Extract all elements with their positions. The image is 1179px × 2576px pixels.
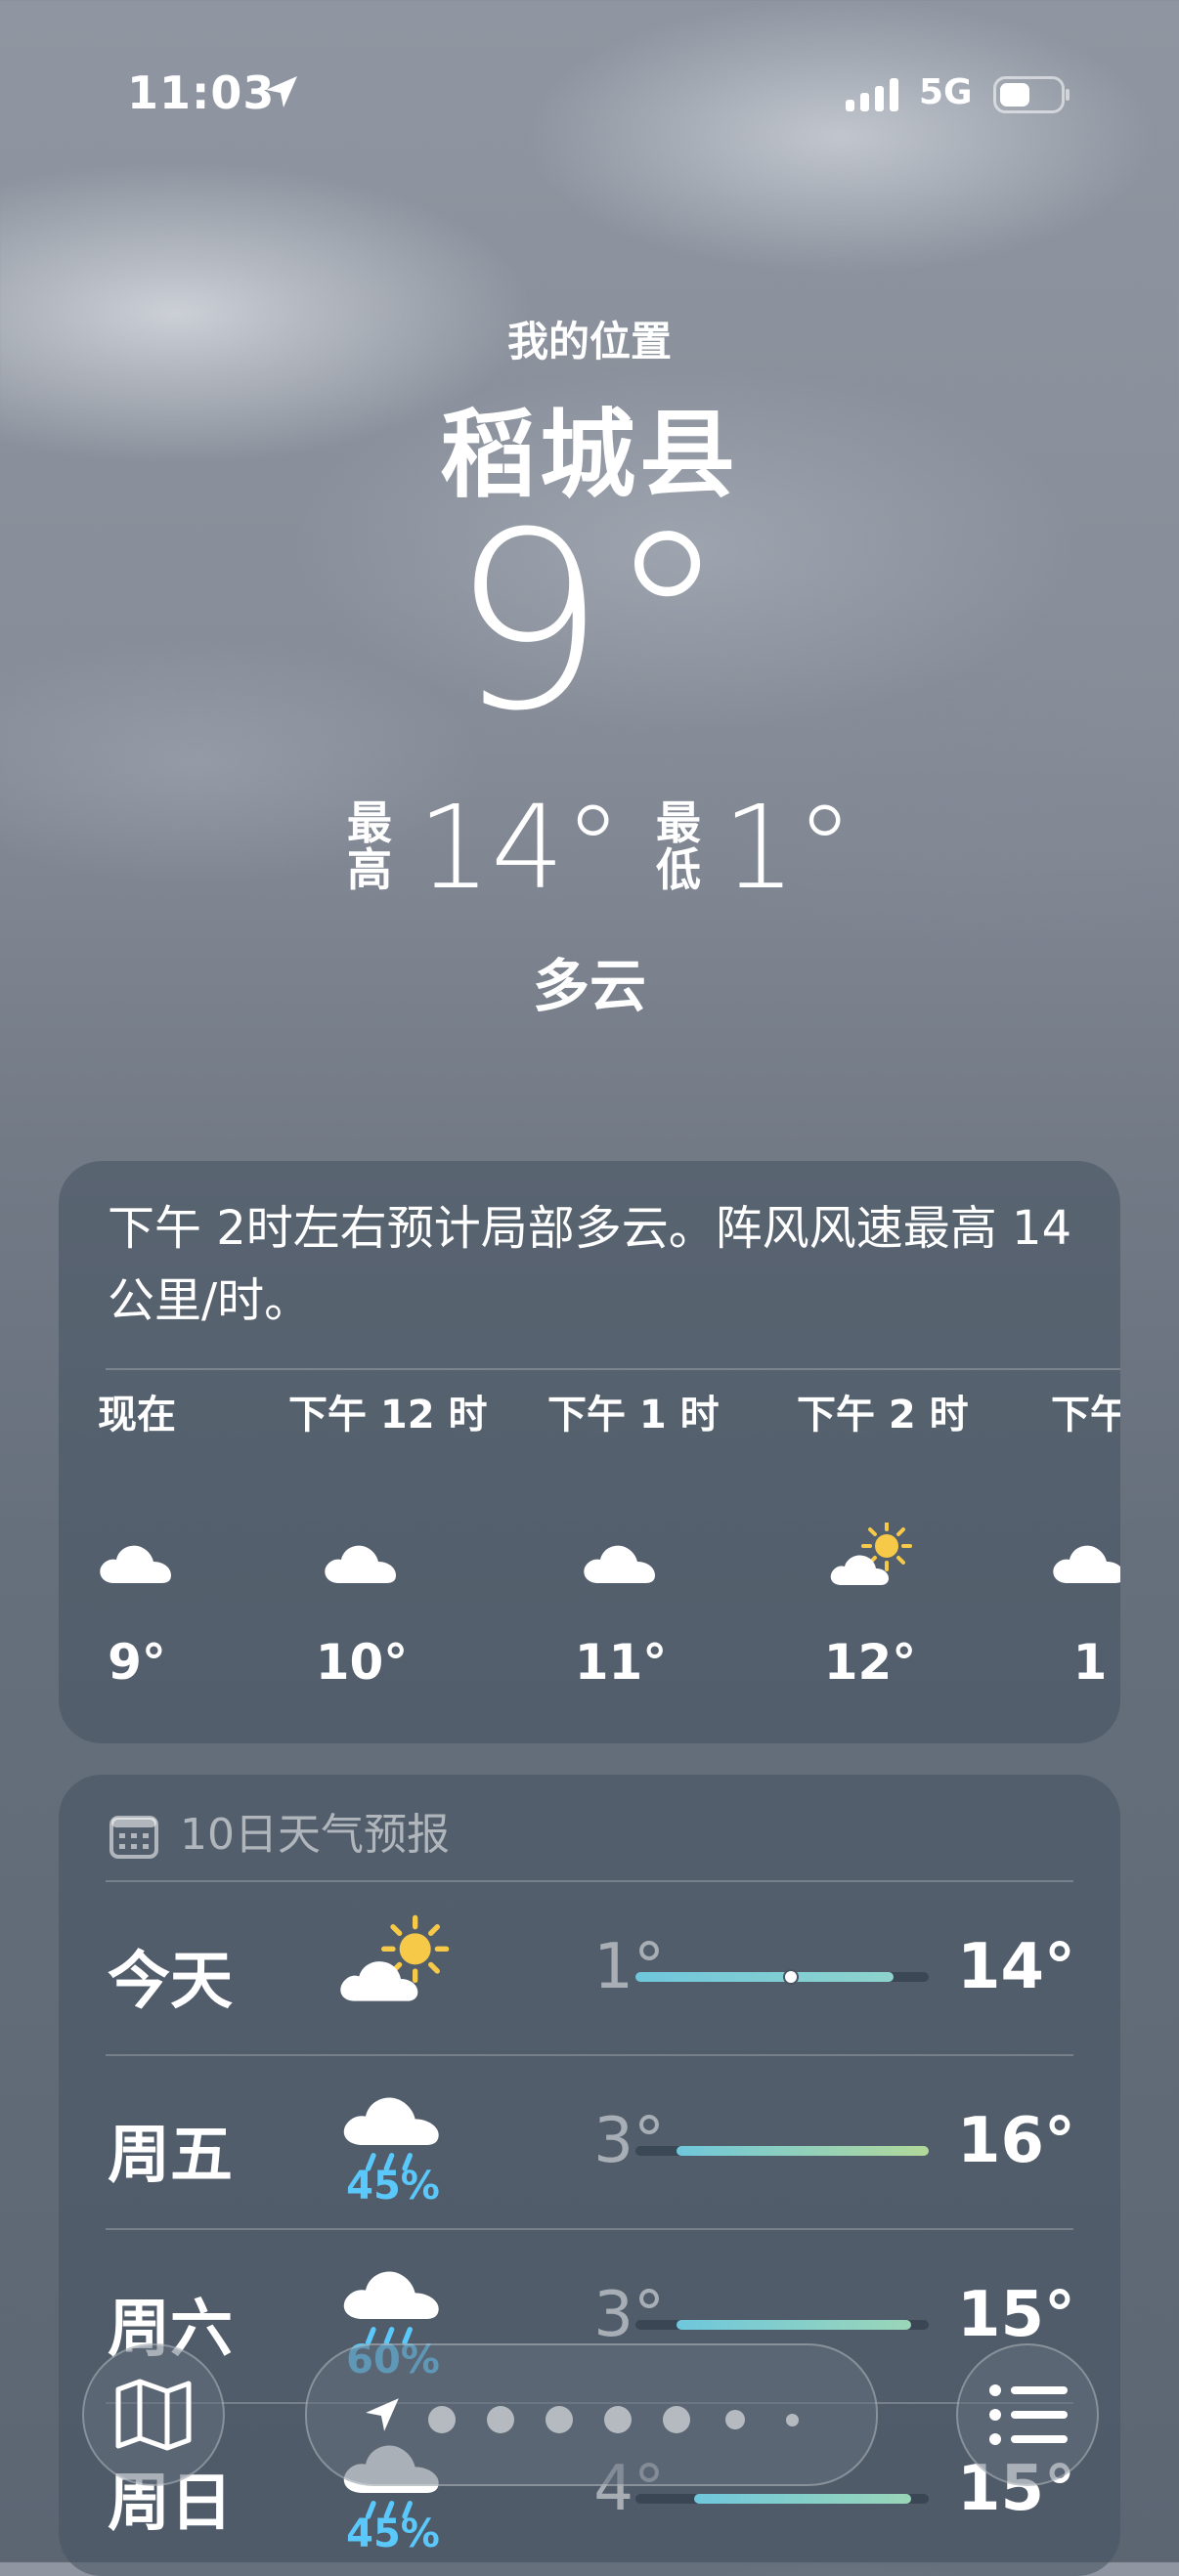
bottom-toolbar (0, 2326, 1179, 2521)
page-indicator[interactable] (305, 2343, 878, 2486)
temp-range-fill (635, 1972, 894, 1982)
high-temp: 14° (417, 780, 623, 915)
low-temp: 1° (722, 780, 854, 915)
cloud-icon (313, 1523, 411, 1591)
forecast-row[interactable]: 今天 1° 14° (59, 1880, 1120, 2054)
page-dot[interactable] (663, 2406, 690, 2433)
hourly-time: 下午 2 时 (797, 1393, 969, 1438)
hourly-time: 下午 12 时 (288, 1393, 488, 1438)
forecast-low: 1° (593, 1931, 665, 2003)
status-time: 11:03 (127, 66, 276, 119)
cloud-icon (1041, 1523, 1120, 1591)
location-label: 我的位置 (506, 318, 672, 365)
cloud-icon (88, 1523, 186, 1591)
forecast-high: 14° (956, 1931, 1075, 2003)
forecast-row[interactable]: 周五 45% 3° 16° (59, 2054, 1120, 2228)
page-dot[interactable] (604, 2406, 632, 2433)
map-icon (115, 2379, 192, 2451)
hourly-item: 下午 1 时 11° (547, 1386, 720, 1691)
current-temp-marker (783, 1969, 799, 1985)
temp-range-fill (677, 2146, 929, 2156)
temp-range-bar (635, 1969, 929, 1985)
hourly-item: 下午 12 时 10° (288, 1386, 488, 1691)
page-dot[interactable] (487, 2406, 514, 2433)
current-temperature: 9° (450, 480, 729, 764)
hourly-time: 现在 (98, 1393, 176, 1438)
hourly-temp: 11° (574, 1634, 668, 1691)
divider (106, 1368, 1120, 1370)
forecast-title: 10日天气预报 (180, 1810, 450, 1860)
battery-icon (993, 76, 1070, 113)
calendar-icon (109, 1816, 158, 1859)
partly-sunny-icon (334, 1910, 452, 2017)
precip-chance: 45% (346, 2164, 440, 2209)
map-button[interactable] (82, 2343, 225, 2486)
hourly-time: 下午 (1051, 1393, 1120, 1438)
page-dot[interactable] (428, 2406, 456, 2433)
hourly-temp: 10° (315, 1634, 409, 1691)
partly-sunny-icon (821, 1521, 919, 1591)
low-label: 最 低 (656, 796, 701, 896)
forecast-low: 3° (593, 2105, 665, 2177)
hourly-forecast-card[interactable]: 下午 2时左右预计局部多云。阵风风速最高 14 公里/时。 现在 9° 下午 12 … (59, 1161, 1120, 1743)
hourly-summary: 下午 2时左右预计局部多云。阵风风速最高 14 公里/时。 (108, 1201, 1072, 1328)
hourly-list[interactable]: 现在 9° 下午 12 时 10° 下午 1 时 11° 下午 2 时 12° 下午 1 (59, 1386, 1120, 1738)
hourly-temp: 12° (823, 1634, 917, 1691)
network-type: 5G (919, 72, 973, 112)
hourly-item: 下午 1 (1017, 1386, 1120, 1691)
signal-icon (846, 78, 898, 111)
page-dot[interactable] (786, 2414, 799, 2426)
list-icon (989, 2384, 1068, 2445)
status-bar: 11:03 5G (0, 66, 1179, 125)
hourly-time: 下午 1 时 (547, 1393, 720, 1438)
location-arrow-icon (266, 76, 297, 107)
hourly-item: 下午 2 时 12° (797, 1386, 969, 1691)
forecast-high: 16° (956, 2105, 1075, 2177)
forecast-day: 周五 (108, 2120, 233, 2192)
forecast-day: 今天 (108, 1946, 233, 2018)
high-label: 最 高 (347, 796, 392, 896)
hourly-item: 现在 9° (64, 1386, 210, 1691)
page-dot[interactable] (546, 2406, 573, 2433)
location-arrow-icon (366, 2398, 399, 2431)
temp-range-bar (635, 2146, 929, 2156)
list-button[interactable] (956, 2343, 1099, 2486)
hourly-temp: 1 (1072, 1634, 1108, 1691)
cloud-icon (572, 1523, 670, 1591)
hourly-temp: 9° (108, 1634, 166, 1691)
condition: 多云 (532, 953, 646, 1019)
page-dot[interactable] (725, 2410, 745, 2429)
